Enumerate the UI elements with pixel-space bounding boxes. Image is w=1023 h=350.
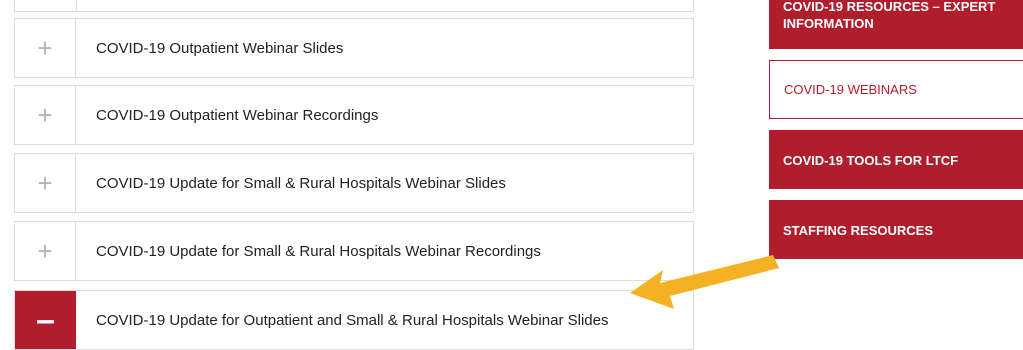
expand-plus-icon[interactable]: +: [15, 154, 76, 212]
sidebar-item-expert-information[interactable]: COVID-19 RESOURCES – EXPERT INFORMATION: [769, 0, 1023, 49]
expand-plus-icon[interactable]: +: [15, 222, 76, 280]
sidebar-item-label: INFORMATION: [783, 16, 874, 31]
collapse-minus-icon[interactable]: –: [15, 291, 76, 349]
accordion-item-title[interactable]: COVID-19 Update for Outpatient and Small…: [76, 291, 608, 349]
sidebar-item-label: STAFFING RESOURCES: [783, 223, 933, 238]
accordion-item-combined-slides[interactable]: – COVID-19 Update for Outpatient and Sma…: [14, 290, 694, 350]
sidebar-item-tools-ltcf[interactable]: COVID-19 TOOLS FOR LTCF: [769, 130, 1023, 189]
accordion-item-title[interactable]: COVID-19 Update for Small & Rural Hospit…: [76, 154, 506, 212]
sidebar-item-label-top: COVID-19 RESOURCES – EXPERT: [783, 0, 996, 14]
accordion-item-partial: [14, 0, 694, 12]
accordion-item-title[interactable]: COVID-19 Outpatient Webinar Slides: [76, 19, 343, 77]
accordion-item-outpatient-slides[interactable]: + COVID-19 Outpatient Webinar Slides: [14, 18, 694, 78]
expand-plus-icon[interactable]: +: [15, 86, 76, 144]
sidebar-item-label: COVID-19 TOOLS FOR LTCF: [783, 153, 959, 168]
accordion-item-rural-slides[interactable]: + COVID-19 Update for Small & Rural Hosp…: [14, 153, 694, 213]
accordion-item-rural-recordings[interactable]: + COVID-19 Update for Small & Rural Hosp…: [14, 221, 694, 281]
accordion-item-title[interactable]: COVID-19 Update for Small & Rural Hospit…: [76, 222, 541, 280]
expand-plus-icon[interactable]: +: [15, 19, 76, 77]
sidebar-item-staffing-resources[interactable]: STAFFING RESOURCES: [769, 200, 1023, 259]
sidebar-item-label: COVID-19 WEBINARS: [784, 82, 917, 97]
accordion-item-title[interactable]: COVID-19 Outpatient Webinar Recordings: [76, 86, 378, 144]
sidebar-item-webinars[interactable]: COVID-19 WEBINARS: [769, 60, 1023, 119]
accordion-item-outpatient-recordings[interactable]: + COVID-19 Outpatient Webinar Recordings: [14, 85, 694, 145]
